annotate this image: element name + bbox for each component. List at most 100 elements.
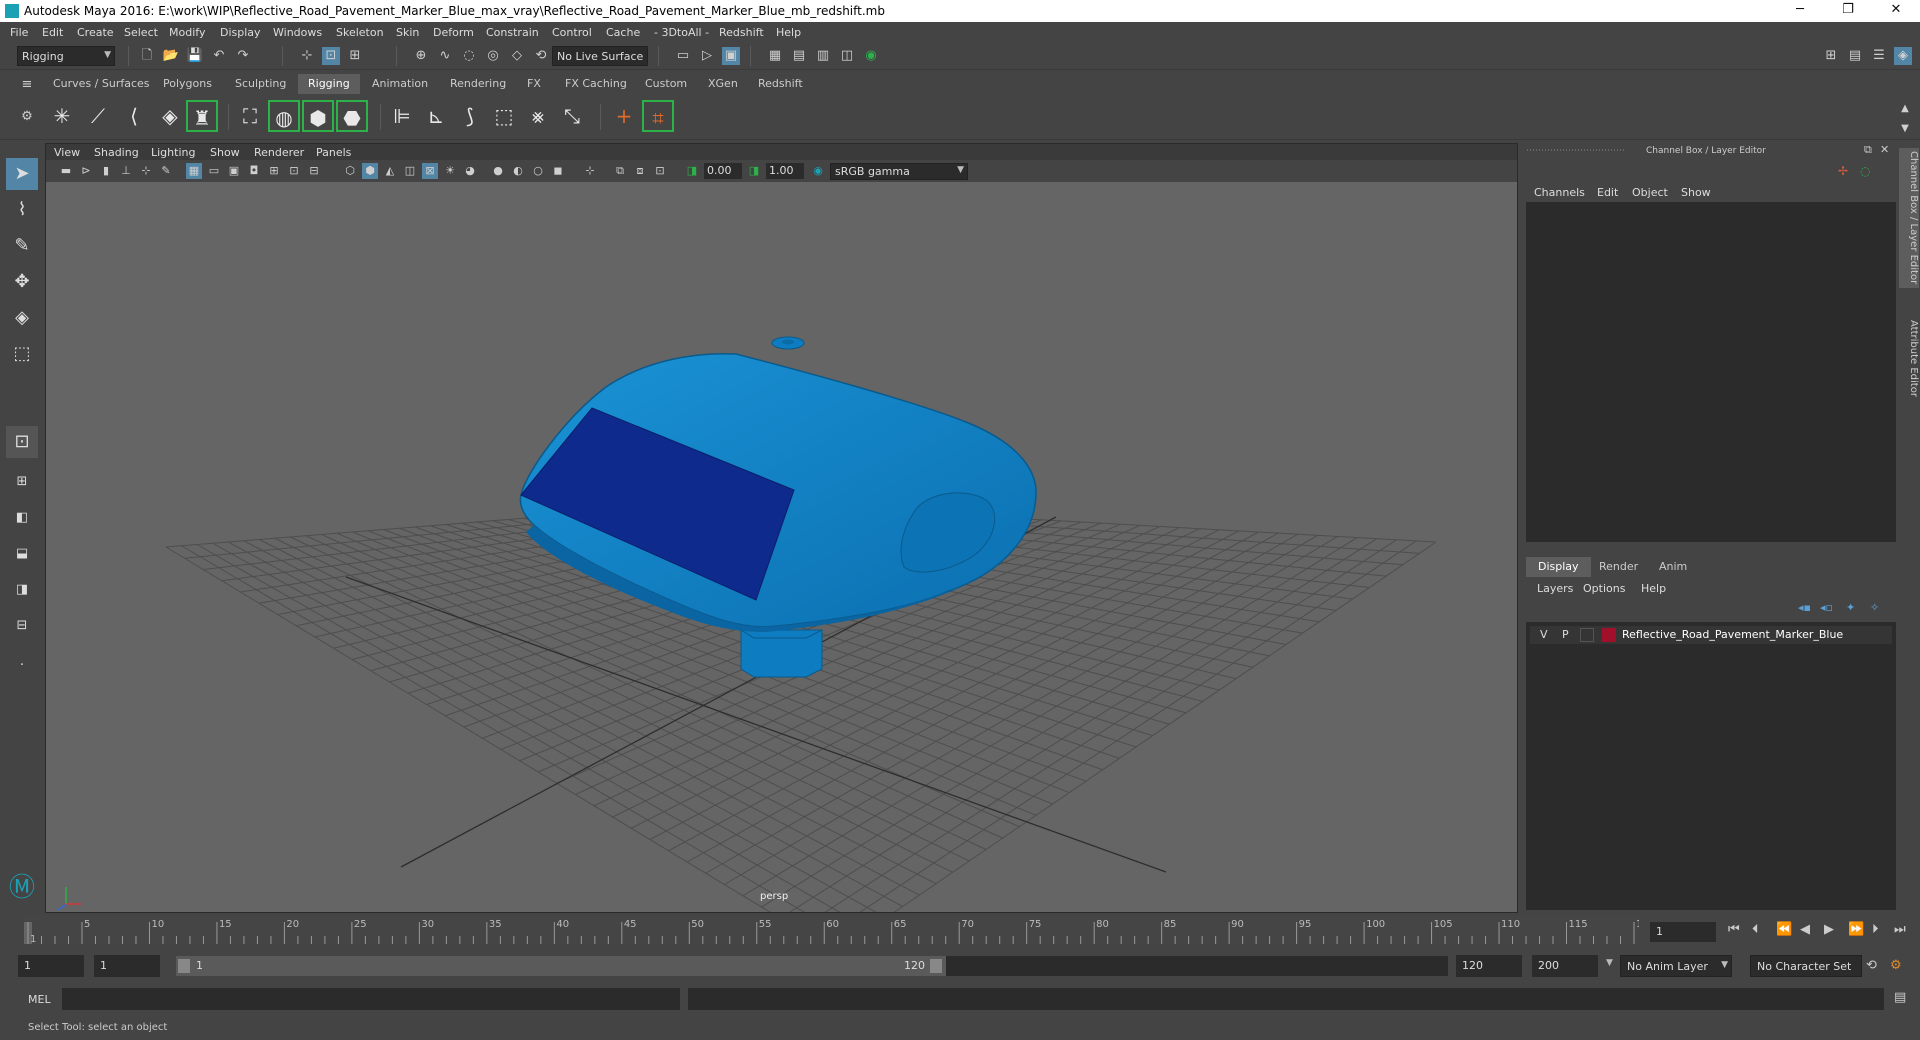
image-plane-icon[interactable]: ⊥ [118, 163, 134, 179]
menu-windows[interactable]: Windows [273, 26, 322, 39]
xray-joints-icon[interactable]: ⧉ [612, 163, 628, 179]
panel-menu-shading[interactable]: Shading [94, 146, 139, 159]
menu-redshift[interactable]: Redshift [719, 26, 764, 39]
select-object-icon[interactable]: ⊡ [322, 47, 340, 65]
locator-icon[interactable]: + [608, 100, 640, 132]
shelf-tab-polygons[interactable]: Polygons [153, 74, 222, 94]
layer-name[interactable]: Reflective_Road_Pavement_Marker_Blue [1622, 628, 1843, 641]
xray-icon[interactable]: ⊠ [422, 163, 438, 179]
bind-skin-icon[interactable]: ⛶ [234, 100, 266, 132]
layer-menu-layers[interactable]: Layers [1537, 582, 1573, 595]
step-back-frame-icon[interactable]: ⏪ [1776, 922, 1792, 937]
ipr-render-icon[interactable]: ▤ [790, 47, 808, 65]
shelf-tab-sculpting[interactable]: Sculpting [225, 74, 296, 94]
character-set-dropdown[interactable]: No Character Set [1750, 955, 1862, 977]
render-view-icon[interactable]: ◉ [862, 47, 880, 65]
snap-grid-icon[interactable]: ⊕ [412, 47, 430, 65]
cb-menu-object[interactable]: Object [1632, 186, 1668, 199]
layer-tab-anim[interactable]: Anim [1647, 557, 1699, 577]
menu-control[interactable]: Control [552, 26, 592, 39]
persp-uv-layout-icon[interactable]: ⊟ [6, 610, 38, 642]
panel-menu-panels[interactable]: Panels [316, 146, 351, 159]
snap-point-icon[interactable]: ◌ [460, 47, 478, 65]
custom-layout-icon[interactable]: · [6, 650, 38, 682]
layer-tab-display[interactable]: Display [1526, 557, 1591, 577]
parent-constraint-icon[interactable]: ⌗ [642, 100, 674, 132]
four-view-layout-icon[interactable]: ⊞ [6, 466, 38, 498]
select-tool-icon[interactable]: ➤ [6, 158, 38, 190]
play-backward-icon[interactable]: ◀ [1800, 922, 1810, 937]
joint-tool-icon[interactable]: ✳ [46, 100, 78, 132]
wireframe-on-shaded-icon[interactable]: ◭ [382, 163, 398, 179]
shelf-tab-animation[interactable]: Animation [362, 74, 438, 94]
layer-playback-toggle[interactable]: P [1562, 628, 1569, 641]
command-input[interactable] [62, 988, 680, 1010]
menu-select[interactable]: Select [124, 26, 158, 39]
play-forward-icon[interactable]: ▶ [1824, 922, 1834, 937]
close-panel-icon[interactable]: ✕ [1880, 143, 1889, 156]
snap-view-plane-icon[interactable]: ◎ [484, 47, 502, 65]
output-ops-icon[interactable]: ▷ [698, 47, 716, 65]
humanik-icon[interactable]: ♜ [186, 100, 218, 132]
restore-button[interactable]: ❐ [1828, 2, 1868, 20]
cb-menu-channels[interactable]: Channels [1534, 186, 1585, 199]
side-tab-attribute-editor[interactable]: Attribute Editor [1899, 308, 1919, 408]
menu-display[interactable]: Display [220, 26, 261, 39]
live-surface-field[interactable]: No Live Surface [552, 46, 648, 66]
playback-start-field[interactable]: 1 [94, 955, 160, 977]
hypershade-icon[interactable]: ◫ [838, 47, 856, 65]
color-space-dropdown[interactable]: sRGB gamma ▼ [830, 163, 968, 180]
scale-tool-icon[interactable]: ⬚ [6, 338, 38, 370]
cluster-icon[interactable]: ◍ [268, 100, 300, 132]
end-time-field[interactable]: 200 [1532, 955, 1598, 977]
camera-attributes-icon[interactable]: ⊳ [78, 163, 94, 179]
shelf-tab-xgen[interactable]: XGen [698, 74, 748, 94]
auto-key-icon[interactable]: ⟲ [1866, 958, 1877, 973]
shelf-tab-curves-surfaces[interactable]: Curves / Surfaces [43, 74, 160, 94]
ambient-occlusion-icon[interactable]: ● [490, 163, 506, 179]
xray-active-icon[interactable]: ⧈ [632, 163, 648, 179]
script-editor-icon[interactable]: ▤ [1894, 990, 1906, 1005]
camera-icon[interactable]: ▬ [58, 163, 74, 179]
lasso-tool-icon[interactable]: ⌇ [6, 194, 38, 226]
new-empty-layer-icon[interactable]: ✦ [1846, 601, 1855, 614]
close-button[interactable]: ✕ [1876, 2, 1916, 20]
new-layer-from-selection-icon[interactable]: ✧ [1870, 601, 1879, 614]
shelf-tab-fx-caching[interactable]: FX Caching [555, 74, 637, 94]
layer-menu-options[interactable]: Options [1583, 582, 1625, 595]
menu-file[interactable]: File [10, 26, 28, 39]
panel-layout-icon[interactable]: ▤ [1846, 47, 1864, 65]
hud-icon[interactable]: ⊡ [652, 163, 668, 179]
shelf-settings-icon[interactable]: ⚙ [18, 108, 36, 126]
side-tab-channel-box[interactable]: Channel Box / Layer Editor [1899, 148, 1919, 288]
speed-icon[interactable]: ◌ [1860, 164, 1870, 178]
single-perspective-layout-icon[interactable]: ⊡ [6, 426, 38, 458]
snap-surface-icon[interactable]: ◇ [508, 47, 526, 65]
grid-icon[interactable]: ▦ [186, 163, 202, 179]
float-panel-icon[interactable]: ⧉ [1864, 143, 1872, 157]
step-forward-frame-icon[interactable]: ⏩ [1848, 922, 1864, 937]
safe-action-icon[interactable]: ⊡ [286, 163, 302, 179]
snap-curve-icon[interactable]: ∿ [436, 47, 454, 65]
current-frame-field[interactable]: 1 [1650, 922, 1716, 942]
preferences-icon[interactable]: ⚙ [1890, 958, 1902, 973]
insert-joint-icon[interactable]: ◈ [154, 100, 186, 132]
orient-joint-icon[interactable]: ⊫ [386, 100, 418, 132]
layer-visibility-toggle[interactable]: V [1540, 628, 1548, 641]
command-language-label[interactable]: MEL [28, 993, 51, 1006]
persp-outliner-layout-icon[interactable]: ◧ [6, 502, 38, 534]
lattice-icon[interactable]: ⬢ [302, 100, 334, 132]
anti-aliasing-icon[interactable]: ○ [530, 163, 546, 179]
go-to-start-icon[interactable]: ⏮ [1728, 922, 1740, 937]
move-layer-up-icon[interactable]: ◂▪ [1798, 601, 1811, 614]
minimize-button[interactable]: ─ [1780, 2, 1820, 20]
isolate-select-icon[interactable]: ⊹ [582, 163, 598, 179]
go-to-end-icon[interactable]: ⏭ [1894, 922, 1906, 937]
chevron-down-icon[interactable]: ▼ [1606, 958, 1613, 968]
rotate-tool-icon[interactable]: ◈ [6, 302, 38, 334]
time-ruler[interactable]: 15 10 15 20 25 30 35 40 45 50 55 60 65 70 75 80 85 90 95 10… [24, 916, 1639, 944]
shelf-tab-redshift[interactable]: Redshift [748, 74, 813, 94]
channel-list[interactable] [1526, 202, 1896, 542]
menu-modify[interactable]: Modify [169, 26, 205, 39]
bookmark-icon[interactable]: ▮ [98, 163, 114, 179]
